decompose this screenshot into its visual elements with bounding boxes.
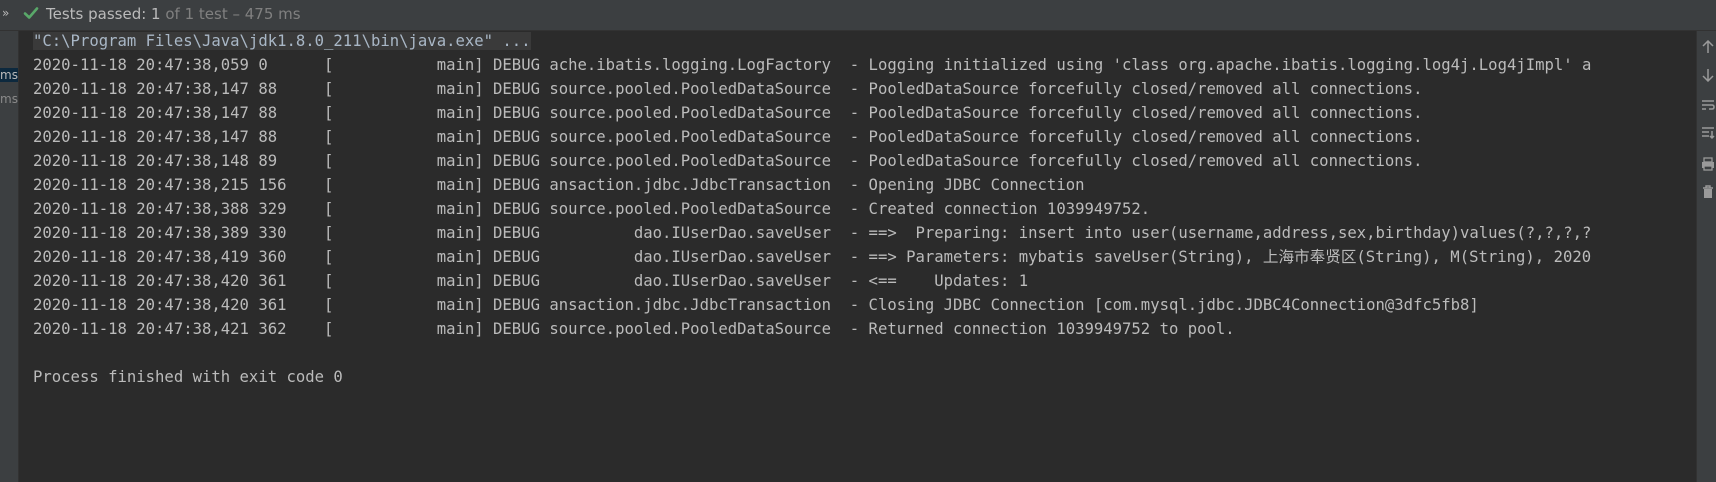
test-time-selected[interactable]: ms [0, 68, 18, 82]
test-status-text: Tests passed: 1 of 1 test – 475 ms [46, 5, 301, 23]
log-line: 2020-11-18 20:47:38,388 329 [ main] DEBU… [33, 200, 1151, 218]
exit-message: Process finished with exit code 0 [33, 368, 343, 386]
test-time[interactable]: ms [0, 92, 18, 106]
log-line: 2020-11-18 20:47:38,420 361 [ main] DEBU… [33, 272, 1029, 290]
log-line: 2020-11-18 20:47:38,389 330 [ main] DEBU… [33, 224, 1592, 242]
test-tree-panel[interactable]: ms ms [0, 31, 19, 482]
log-line: 2020-11-18 20:47:38,059 0 [ main] DEBUG … [33, 56, 1592, 74]
scroll-to-end-icon[interactable] [1701, 126, 1715, 140]
trash-icon[interactable] [1701, 185, 1715, 199]
log-line: 2020-11-18 20:47:38,419 360 [ main] DEBU… [33, 248, 1592, 266]
log-line: 2020-11-18 20:47:38,421 362 [ main] DEBU… [33, 320, 1235, 338]
expand-icon[interactable]: » [2, 6, 9, 20]
console-output[interactable]: "C:\Program Files\Java\jdk1.8.0_211\bin\… [19, 31, 1696, 482]
log-line: 2020-11-18 20:47:38,215 156 [ main] DEBU… [33, 176, 1085, 194]
log-line: 2020-11-18 20:47:38,148 89 [ main] DEBUG… [33, 152, 1423, 170]
log-line: 2020-11-18 20:47:38,147 88 [ main] DEBUG… [33, 80, 1423, 98]
tests-summary-label: of 1 test – 475 ms [165, 5, 301, 23]
log-line: 2020-11-18 20:47:38,147 88 [ main] DEBUG… [33, 128, 1423, 146]
log-line: 2020-11-18 20:47:38,147 88 [ main] DEBUG… [33, 104, 1423, 122]
down-arrow-icon[interactable] [1701, 68, 1715, 82]
print-icon[interactable] [1701, 157, 1715, 171]
console-toolbar [1696, 31, 1716, 482]
check-icon [23, 7, 39, 19]
test-status-bar: » Tests passed: 1 of 1 test – 475 ms [0, 0, 1716, 31]
command-line[interactable]: "C:\Program Files\Java\jdk1.8.0_211\bin\… [33, 31, 531, 51]
tests-passed-label: Tests passed: 1 [46, 5, 161, 23]
soft-wrap-icon[interactable] [1701, 98, 1715, 112]
up-arrow-icon[interactable] [1701, 40, 1715, 54]
log-line: 2020-11-18 20:47:38,420 361 [ main] DEBU… [33, 296, 1479, 314]
command-text[interactable]: "C:\Program Files\Java\jdk1.8.0_211\bin\… [33, 32, 531, 50]
